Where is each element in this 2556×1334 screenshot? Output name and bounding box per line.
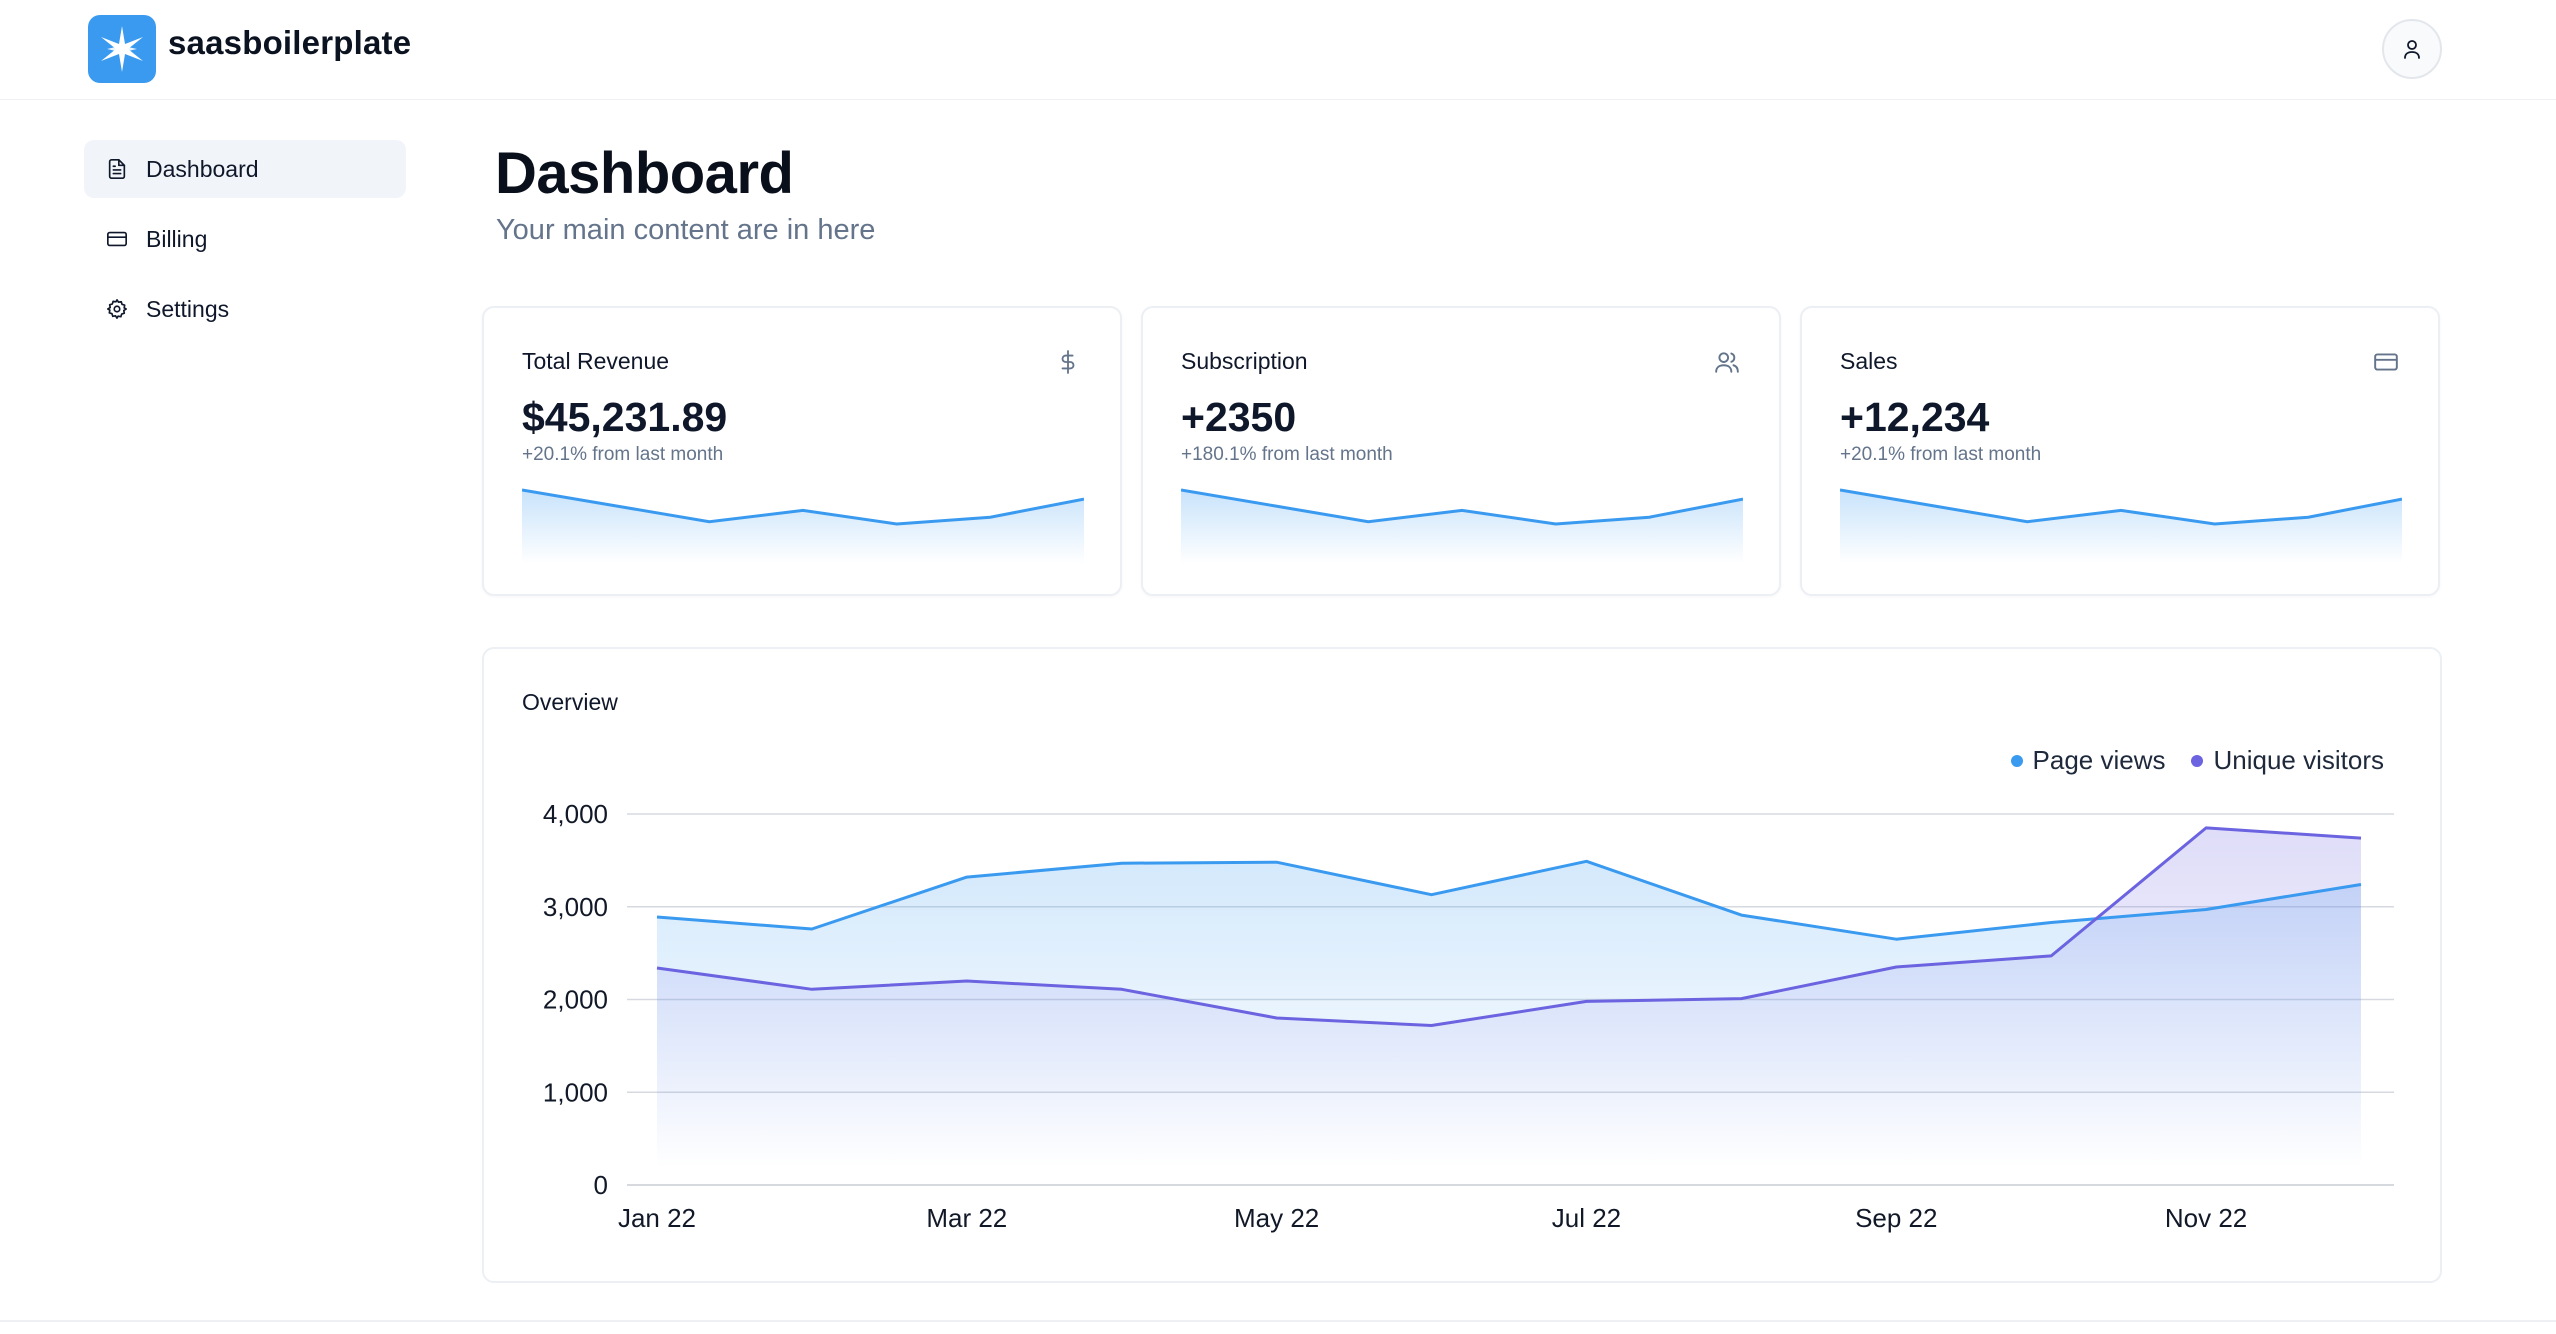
sparkle-icon[interactable] <box>88 15 156 83</box>
credit-card-icon <box>2372 348 2400 376</box>
page-subtitle: Your main content are in here <box>496 214 876 246</box>
page-title: Dashboard <box>495 141 794 206</box>
sidebar-item-billing[interactable]: Billing <box>84 210 406 268</box>
sparkline-area <box>1840 490 2402 564</box>
gear-icon <box>104 296 130 322</box>
stat-card-revenue: Total Revenue $45,231.89 +20.1% from las… <box>482 306 1122 596</box>
card-value: $45,231.89 <box>522 394 728 440</box>
legend-dot <box>2010 754 2023 767</box>
sidebar: Dashboard Billing Settings <box>84 140 406 350</box>
card-value: +12,234 <box>1840 394 1990 440</box>
user-icon[interactable] <box>2382 19 2442 79</box>
stat-card-subscription: Subscription +2350 +180.1% from last mon… <box>1141 306 1781 596</box>
sparkline-area <box>522 490 1084 564</box>
sidebar-item-label: Dashboard <box>146 155 259 182</box>
sidebar-item-dashboard[interactable]: Dashboard <box>84 140 406 198</box>
chart-legend: Page views Unique visitors <box>2010 745 2384 776</box>
legend-label: Page views <box>2032 745 2166 775</box>
overview-title: Overview <box>522 689 618 715</box>
sidebar-item-label: Billing <box>146 225 208 252</box>
card-change: +180.1% from last month <box>1181 444 1393 465</box>
sparkline-chart <box>1181 488 1743 564</box>
users-icon <box>1713 348 1741 376</box>
card-title: Sales <box>1840 348 1898 374</box>
sidebar-item-label: Settings <box>146 295 230 322</box>
credit-card-icon <box>104 226 130 252</box>
legend-label: Unique visitors <box>2213 745 2384 775</box>
legend-dot <box>2191 754 2204 767</box>
card-change: +20.1% from last month <box>1840 444 2042 465</box>
legend-item-page-views[interactable]: Page views <box>2010 745 2166 776</box>
stat-card-sales: Sales +12,234 +20.1% from last month <box>1800 306 2440 596</box>
card-value: +2350 <box>1181 394 1297 440</box>
card-change: +20.1% from last month <box>522 444 724 465</box>
card-title: Subscription <box>1181 348 1308 374</box>
brand-name[interactable]: saasboilerplate <box>168 24 411 62</box>
sparkline-area <box>1181 490 1743 564</box>
sidebar-item-settings[interactable]: Settings <box>84 280 406 338</box>
legend-item-unique-visitors[interactable]: Unique visitors <box>2191 745 2384 776</box>
dollar-icon <box>1054 348 1082 376</box>
overview-card: Overview Page views Unique visitors <box>482 647 2442 1283</box>
card-title: Total Revenue <box>522 348 670 374</box>
sparkline-chart <box>522 488 1084 564</box>
top-bar: saasboilerplate <box>0 0 2556 100</box>
sparkline-chart <box>1840 488 2402 564</box>
footer-divider <box>0 1320 2556 1322</box>
file-text-icon <box>104 156 130 182</box>
